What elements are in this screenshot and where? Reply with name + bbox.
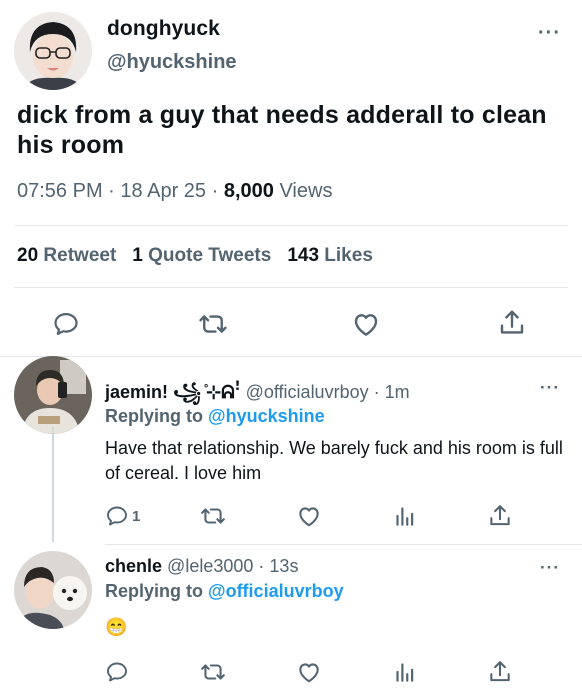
author-handle[interactable]: @hyuckshine — [107, 51, 237, 74]
like-icon[interactable] — [296, 659, 322, 685]
reply-time: 13s — [269, 556, 299, 576]
replying-to: Replying to @hyuckshine — [105, 406, 325, 427]
analytics-icon[interactable] — [391, 503, 417, 529]
replying-to: Replying to @officialuvrboy — [105, 581, 344, 602]
reply-count: 1 — [132, 508, 141, 525]
replying-to-link[interactable]: @hyuckshine — [208, 406, 325, 426]
quotes-stat[interactable]: 1 Quote Tweets — [132, 245, 271, 266]
meta-dot: · — [211, 180, 219, 202]
share-icon[interactable] — [487, 503, 513, 529]
reply-avatar[interactable] — [14, 551, 92, 629]
like-icon[interactable] — [351, 309, 381, 339]
reply-time: 1m — [384, 382, 410, 402]
views-count: 8,000 — [223, 180, 274, 202]
likes-count: 143 — [287, 245, 320, 266]
tweet-meta: 07:56 PM · 18 Apr 25 · 8,000 Views — [17, 180, 332, 203]
reply-avatar[interactable] — [14, 356, 92, 434]
reply-icon[interactable] — [52, 310, 80, 338]
meta-dot: · — [373, 382, 380, 402]
author-name[interactable]: donghyuck — [107, 17, 220, 41]
more-icon[interactable]: ··· — [540, 559, 560, 576]
quotes-count: 1 — [132, 245, 143, 266]
engagement-counts: 20 Retweet 1 Quote Tweets 143 Likes — [17, 245, 373, 267]
more-icon[interactable]: ··· — [540, 379, 560, 396]
replying-label: Replying to — [105, 581, 203, 601]
retweet-icon[interactable] — [198, 309, 228, 339]
divider — [14, 225, 568, 226]
reply-header: chenle @lele3000 · 13s — [105, 556, 298, 577]
likes-label: Likes — [324, 245, 373, 266]
divider — [105, 544, 582, 545]
reply-author-handle[interactable]: @lele3000 — [167, 556, 253, 576]
main-avatar[interactable] — [14, 12, 92, 90]
reply-text: 😁 — [105, 617, 128, 637]
reply-author-name[interactable]: chenle — [105, 556, 162, 576]
more-icon[interactable]: ··· — [538, 23, 561, 43]
reply-icon[interactable] — [105, 660, 129, 684]
retweet-icon[interactable] — [200, 503, 226, 529]
reply-text: Have that relationship. We barely fuck a… — [105, 438, 563, 483]
share-icon[interactable] — [497, 308, 527, 338]
reply-icon[interactable] — [105, 504, 129, 528]
retweets-stat[interactable]: 20 Retweet — [17, 245, 116, 266]
replying-to-link[interactable]: @officialuvrboy — [208, 581, 344, 601]
meta-dot: · — [258, 556, 265, 576]
retweets-label: Retweet — [43, 245, 117, 266]
tweet-text: dick from a guy that needs adderall to c… — [17, 101, 547, 159]
views-label: Views — [279, 180, 333, 202]
reply-author-handle[interactable]: @officialuvrboy — [246, 382, 369, 402]
divider — [0, 356, 582, 357]
meta-dot: · — [108, 180, 115, 202]
replying-label: Replying to — [105, 406, 203, 426]
divider — [14, 287, 568, 288]
reply-author-name[interactable]: jaemin! ꧁ ̊⊹ᕱꜝ — [105, 382, 241, 402]
quotes-label: Quote Tweets — [148, 245, 272, 266]
retweet-icon[interactable] — [200, 659, 226, 685]
thread-line — [52, 427, 54, 542]
share-icon[interactable] — [487, 659, 513, 685]
retweets-count: 20 — [17, 245, 39, 266]
tweet-time: 07:56 PM — [17, 180, 103, 202]
tweet-date: 18 Apr 25 — [120, 180, 207, 202]
like-icon[interactable] — [296, 503, 322, 529]
analytics-icon[interactable] — [391, 659, 417, 685]
likes-stat[interactable]: 143 Likes — [287, 245, 373, 266]
